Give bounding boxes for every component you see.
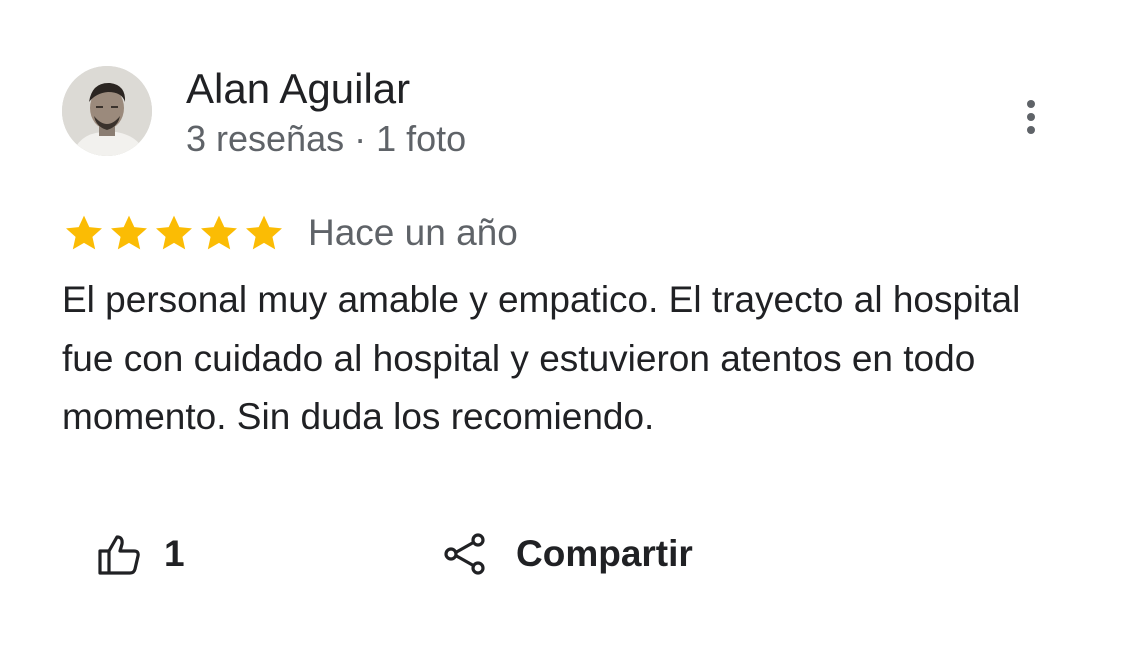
star-icon <box>201 215 237 250</box>
share-icon <box>444 533 485 575</box>
avatar[interactable] <box>62 66 152 156</box>
like-button[interactable]: 1 <box>96 526 185 582</box>
review-card: Alan Aguilar 3 reseñas · 1 foto Hace un … <box>0 0 1122 662</box>
thumb-up-icon <box>98 535 140 575</box>
reviewer-meta: 3 reseñas · 1 foto <box>186 118 467 159</box>
like-count: 1 <box>164 533 185 574</box>
rating-row: Hace un año <box>62 208 518 258</box>
review-date: Hace un año <box>308 212 518 253</box>
reviewer-name[interactable]: Alan Aguilar <box>186 64 410 114</box>
star-icon <box>156 215 192 250</box>
star-icon <box>111 215 147 250</box>
more-options-button[interactable] <box>1006 92 1056 142</box>
share-button[interactable]: Compartir <box>442 526 693 582</box>
more-vert-icon <box>1027 100 1035 134</box>
review-text: El personal muy amable y empatico. El tr… <box>62 279 1021 437</box>
star-icon <box>66 215 102 250</box>
star-icon <box>246 215 282 250</box>
avatar-photo <box>62 66 152 156</box>
star-rating <box>62 211 286 255</box>
share-label: Compartir <box>516 533 693 574</box>
